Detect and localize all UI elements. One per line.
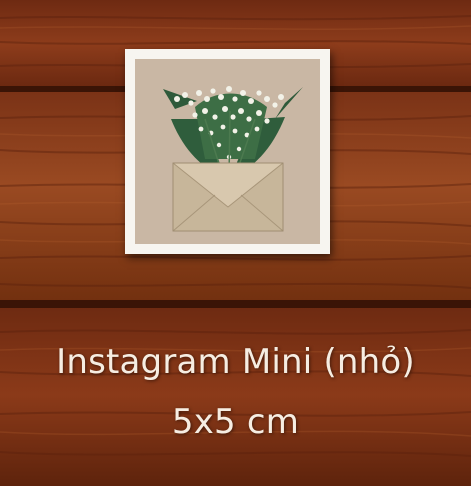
product-name: Instagram Mini (nhỏ): [56, 342, 415, 382]
product-size: 5x5 cm: [171, 402, 300, 442]
photo-print-frame: [125, 49, 330, 254]
photo-envelope-lily-of-the-valley: [135, 59, 320, 244]
